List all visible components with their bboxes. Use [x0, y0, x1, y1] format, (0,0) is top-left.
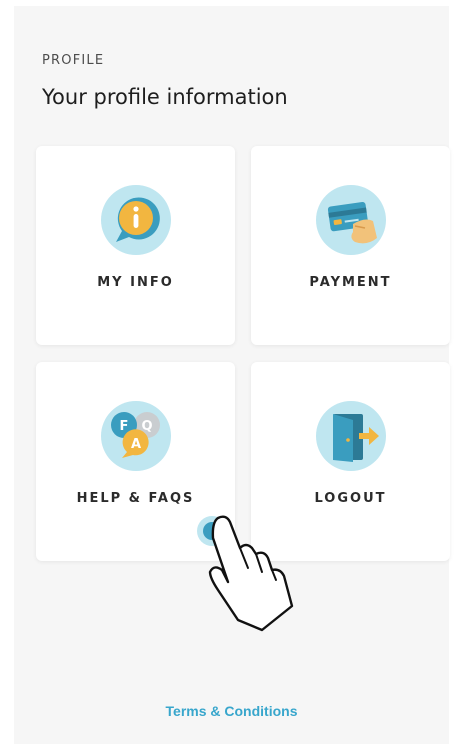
- help-faqs-label: HELP & FAQS: [76, 491, 195, 506]
- profile-screen: PROFILE Your profile information MY INFO: [14, 6, 450, 744]
- logout-card[interactable]: LOGOUT: [251, 362, 450, 561]
- page-title: Your profile information: [42, 85, 288, 109]
- my-info-card[interactable]: MY INFO: [36, 146, 235, 345]
- my-info-label: MY INFO: [97, 275, 174, 290]
- logout-door-icon: [315, 400, 387, 472]
- svg-text:A: A: [131, 437, 141, 452]
- section-label: PROFILE: [42, 53, 105, 68]
- info-icon: [100, 184, 172, 256]
- payment-card[interactable]: PAYMENT: [251, 146, 450, 345]
- payment-label: PAYMENT: [309, 275, 392, 290]
- faq-bubbles-icon: Q F A: [100, 400, 172, 472]
- help-faqs-card[interactable]: Q F A HELP & FAQS: [36, 362, 235, 561]
- terms-conditions-link[interactable]: Terms & Conditions: [14, 703, 449, 719]
- logout-label: LOGOUT: [314, 491, 387, 506]
- credit-card-icon: [315, 184, 387, 256]
- svg-text:F: F: [120, 419, 129, 434]
